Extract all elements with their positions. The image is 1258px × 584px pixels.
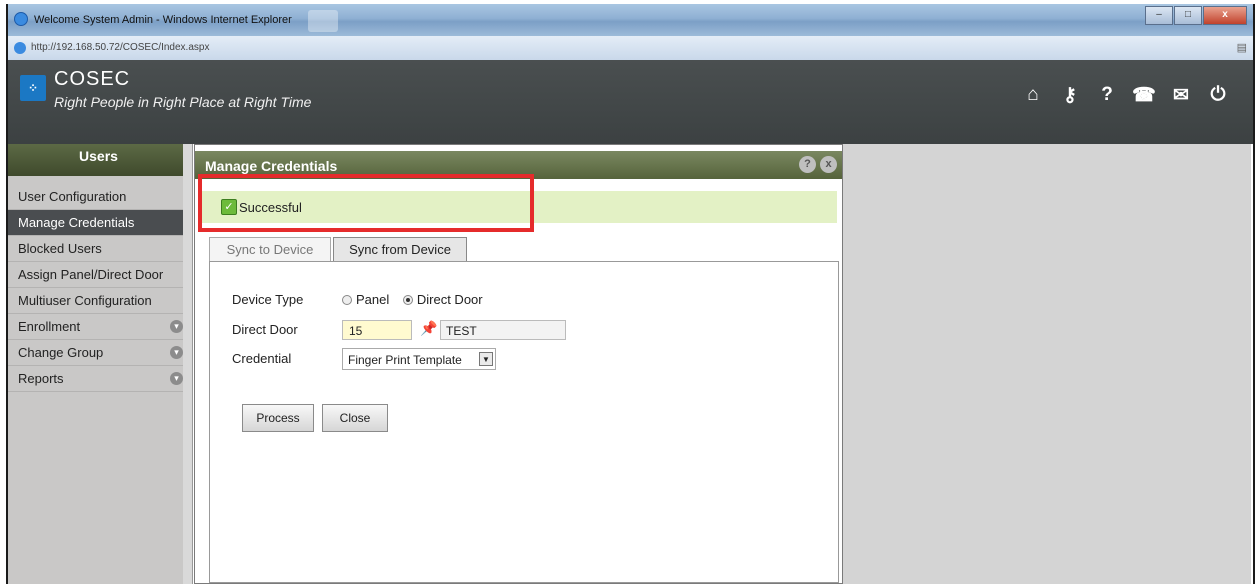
direct-door-radio-label: Direct Door: [416, 292, 483, 308]
help-button[interactable]: ?: [799, 156, 816, 173]
window-titlebar: Welcome System Admin - Windows Internet …: [8, 4, 1253, 36]
expand-icon[interactable]: ▾: [170, 346, 183, 359]
help-icon[interactable]: ?: [1090, 84, 1124, 107]
header-icons: ⌂ ⚷ ? ☎ ✉ ⏻: [1013, 84, 1235, 107]
maximize-button[interactable]: □: [1174, 6, 1202, 25]
address-bar[interactable]: http://192.168.50.72/COSEC/Index.aspx ▤: [8, 36, 1253, 61]
sidebar-item-label: Change Group: [18, 345, 104, 360]
sidebar-item-reports[interactable]: Reports ▾: [8, 366, 189, 392]
sidebar-item-label: User Configuration: [18, 189, 127, 204]
page-icon[interactable]: ▤: [1237, 41, 1247, 54]
key-icon[interactable]: ⚷: [1053, 84, 1087, 107]
close-panel-button[interactable]: x: [820, 156, 837, 173]
panel-radio-label: Panel: [356, 292, 390, 308]
phone-icon[interactable]: ☎: [1127, 84, 1161, 107]
browser-window: Welcome System Admin - Windows Internet …: [6, 4, 1255, 584]
tab-content: Device Type Panel Direct Door Direct Doo…: [209, 261, 839, 583]
tab-sync-to-device[interactable]: Sync to Device: [209, 237, 331, 262]
process-button[interactable]: Process: [242, 404, 314, 432]
sidebar-item-label: Multiuser Configuration: [18, 293, 152, 308]
sidebar-item-manage-credentials[interactable]: Manage Credentials: [8, 210, 189, 236]
window-controls: – □ x: [1144, 6, 1247, 25]
window-title: Welcome System Admin - Windows Internet …: [34, 14, 292, 26]
sidebar-item-user-configuration[interactable]: User Configuration: [8, 184, 189, 210]
chevron-down-icon[interactable]: ▼: [479, 352, 493, 366]
sidebar-splitter[interactable]: [183, 144, 193, 584]
sidebar-item-blocked-users[interactable]: Blocked Users: [8, 236, 189, 262]
device-type-label: Device Type: [232, 292, 304, 307]
content-background: [843, 144, 1251, 584]
brand-name: COSEC: [54, 68, 131, 90]
cosec-logo-icon: ⁘: [20, 75, 46, 101]
feedback-icon[interactable]: ✉: [1164, 84, 1198, 107]
app-header: ⁘ COSEC Right People in Right Place at R…: [8, 60, 1253, 144]
power-icon[interactable]: ⏻: [1201, 84, 1235, 107]
device-type-radio-group: Panel Direct Door: [342, 291, 493, 307]
close-window-button[interactable]: x: [1203, 6, 1247, 25]
sidebar-item-enrollment[interactable]: Enrollment ▾: [8, 314, 189, 340]
close-button[interactable]: Close: [322, 404, 388, 432]
direct-door-input[interactable]: 15: [342, 320, 412, 340]
home-icon[interactable]: ⌂: [1016, 84, 1050, 107]
panel-radio[interactable]: [342, 294, 352, 305]
sidebar-item-change-group[interactable]: Change Group ▾: [8, 340, 189, 366]
credential-select-value: Finger Print Template: [348, 353, 462, 367]
sidebar-item-label: Reports: [18, 371, 64, 386]
sidebar: Users User Configuration Manage Credenti…: [8, 144, 189, 584]
expand-icon[interactable]: ▾: [170, 372, 183, 385]
expand-icon[interactable]: ▾: [170, 320, 183, 333]
brand-tagline: Right People in Right Place at Right Tim…: [54, 94, 312, 110]
panel-title: Manage Credentials: [205, 158, 338, 174]
credential-select[interactable]: Finger Print Template ▼: [342, 348, 496, 370]
sidebar-item-label: Manage Credentials: [18, 215, 135, 230]
sidebar-item-assign-panel-direct-door[interactable]: Assign Panel/Direct Door: [8, 262, 189, 288]
page-favicon-icon: [14, 42, 26, 54]
direct-door-label: Direct Door: [232, 322, 298, 337]
direct-door-radio[interactable]: [402, 294, 413, 305]
url-text[interactable]: http://192.168.50.72/COSEC/Index.aspx: [31, 42, 209, 53]
sidebar-item-label: Assign Panel/Direct Door: [18, 267, 164, 282]
pin-icon[interactable]: 📌: [420, 320, 437, 337]
taskbar-tab: [308, 10, 338, 32]
sidebar-item-multiuser-configuration[interactable]: Multiuser Configuration: [8, 288, 189, 314]
ie-icon: [14, 12, 28, 26]
sidebar-item-label: Enrollment: [18, 319, 81, 334]
minimize-button[interactable]: –: [1145, 6, 1173, 25]
sidebar-item-label: Blocked Users: [18, 241, 102, 256]
annotation-highlight-box: [198, 174, 534, 232]
direct-door-name-field: TEST: [440, 320, 566, 340]
credential-label: Credential: [232, 351, 292, 366]
tab-sync-from-device[interactable]: Sync from Device: [333, 237, 467, 262]
sidebar-title: Users: [8, 144, 189, 176]
